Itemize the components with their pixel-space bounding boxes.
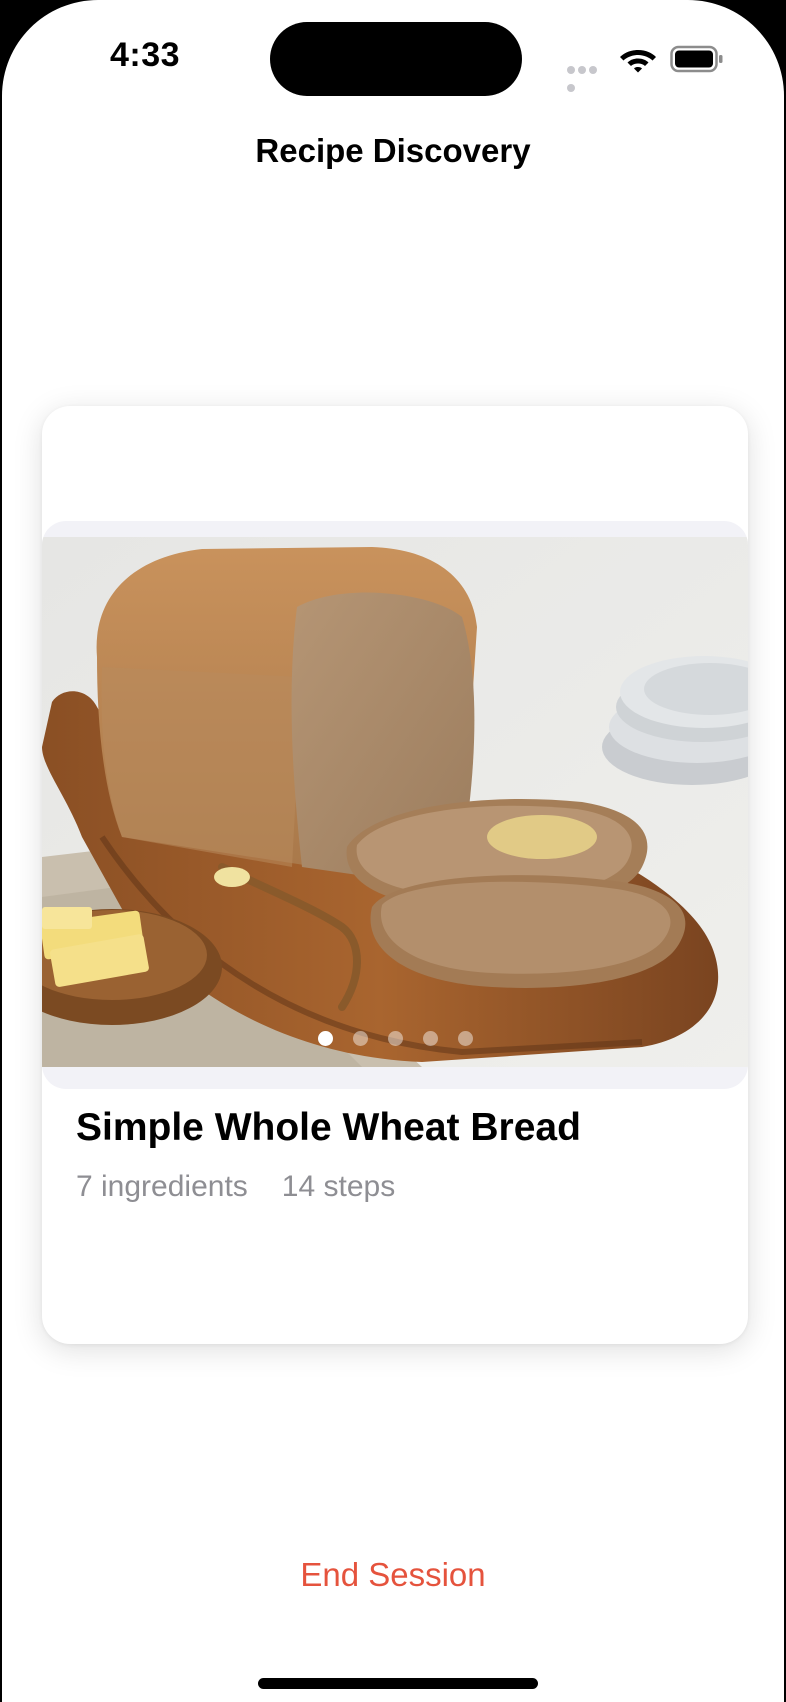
home-indicator[interactable] — [258, 1678, 538, 1689]
ingredient-count: 7 ingredients — [76, 1170, 248, 1203]
bread-photo-icon — [42, 537, 748, 1067]
page-dot-4[interactable] — [422, 1031, 438, 1046]
page-dot-3[interactable] — [387, 1031, 403, 1046]
wifi-icon — [620, 50, 656, 73]
page-dot-2[interactable] — [352, 1031, 368, 1046]
page-dot-5[interactable] — [457, 1031, 473, 1046]
end-session-button[interactable]: End Session — [2, 1556, 784, 1594]
page-title: Recipe Discovery — [255, 132, 531, 169]
page-dot-1[interactable] — [317, 1031, 333, 1046]
carousel-page-indicator[interactable] — [42, 1031, 748, 1046]
dynamic-island — [270, 22, 522, 96]
cellular-signal-icon — [567, 61, 609, 92]
app-screen: 4:33 Recipe Discovery Simple Whole Wheat… — [2, 0, 784, 1702]
recipe-card[interactable]: Simple Whole Wheat Bread 7 ingredients 14… — [42, 406, 748, 1344]
battery-icon — [670, 45, 723, 73]
image-carousel[interactable] — [42, 521, 748, 1089]
recipe-meta: 7 ingredients 14 steps — [76, 1170, 395, 1204]
step-count: 14 steps — [281, 1170, 396, 1203]
recipe-title: Simple Whole Wheat Bread — [76, 1106, 581, 1149]
status-time: 4:33 — [110, 36, 181, 74]
